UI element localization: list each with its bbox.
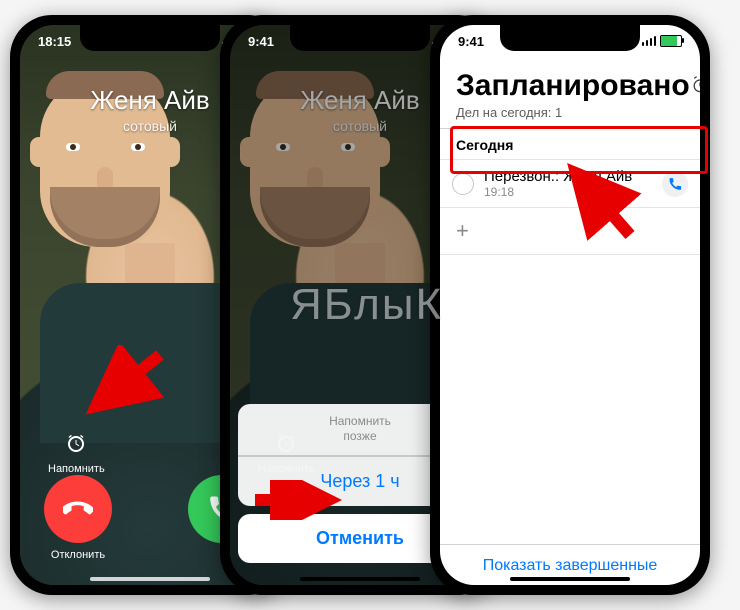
decline-label: Отклонить	[51, 549, 105, 561]
status-time: 9:41	[248, 34, 274, 49]
composite-stage: 18:15 Женя Айв сотовый Напомнить	[0, 0, 740, 610]
decline-button[interactable]	[44, 475, 112, 543]
section-today: Сегодня	[440, 129, 700, 160]
show-completed-button[interactable]: Показать завершенные	[440, 544, 700, 579]
remind-me-button[interactable]: Напомнить	[48, 431, 105, 475]
alarm-icon	[63, 431, 89, 457]
home-indicator[interactable]	[90, 577, 210, 581]
remind-me-label: Напомнить	[48, 463, 105, 475]
reminders-title: Запланировано	[456, 69, 690, 103]
signal-icon	[642, 36, 657, 46]
phone-frame-3: 9:41 Запланировано Дел на сегодня: 1	[430, 15, 710, 595]
call-back-chip[interactable]	[662, 171, 688, 197]
phone-icon	[668, 177, 682, 191]
screen-3: 9:41 Запланировано Дел на сегодня: 1	[440, 25, 700, 585]
reminder-radio[interactable]	[452, 173, 474, 195]
reminders-app: 9:41 Запланировано Дел на сегодня: 1	[440, 25, 700, 585]
annotation-arrow-3	[560, 160, 650, 250]
alarm-icon	[690, 69, 700, 103]
home-indicator[interactable]	[510, 577, 630, 581]
status-time: 18:15	[38, 34, 71, 49]
annotation-arrow-1	[80, 345, 170, 425]
annotation-arrow-2	[250, 480, 350, 520]
status-time: 9:41	[458, 34, 484, 49]
status-bar: 9:41	[440, 31, 700, 51]
battery-icon	[660, 35, 682, 47]
reminders-count: Дел на сегодня: 1	[456, 105, 684, 120]
